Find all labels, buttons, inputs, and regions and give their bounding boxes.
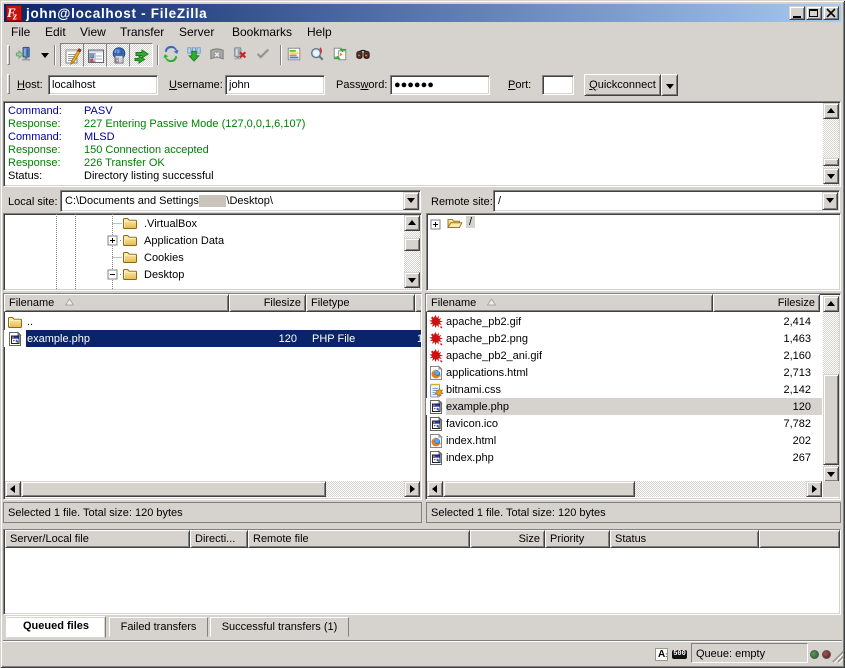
svg-text:z: z: [12, 12, 17, 22]
